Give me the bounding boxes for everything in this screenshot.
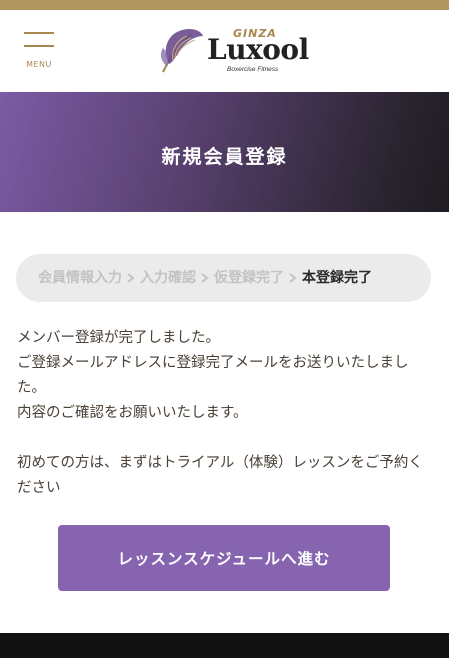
butterfly-logo-icon bbox=[160, 29, 203, 73]
site-header: MENU GINZA Luxool Boxercise Fitness bbox=[0, 10, 449, 92]
step-confirm: 入力確認 bbox=[140, 270, 196, 286]
chevron-right-icon bbox=[287, 268, 299, 288]
lesson-schedule-button[interactable]: レッスンスケジュールへ進む bbox=[58, 525, 390, 591]
step-registration-complete: 本登録完了 bbox=[302, 270, 372, 286]
completion-message: メンバー登録が完了しました。 ご登録メールアドレスに登録完了メールをお送りいたし… bbox=[17, 326, 432, 501]
site-logo[interactable]: GINZA Luxool Boxercise Fitness bbox=[155, 24, 309, 76]
chevron-right-icon bbox=[199, 268, 211, 288]
registration-progress-steps: 会員情報入力 入力確認 仮登録完了 本登録完了 bbox=[16, 254, 431, 302]
menu-label: MENU bbox=[26, 60, 52, 69]
hamburger-menu-icon-line bbox=[24, 45, 54, 47]
footer-bar bbox=[0, 633, 449, 658]
step-provisional: 仮登録完了 bbox=[214, 270, 284, 286]
step-member-info: 会員情報入力 bbox=[38, 270, 122, 286]
page-title: 新規会員登録 bbox=[161, 146, 288, 168]
message-line: 内容のご確認をお願いいたします。 bbox=[17, 405, 248, 421]
chevron-right-icon bbox=[125, 268, 137, 288]
message-line: メンバー登録が完了しました。 bbox=[17, 330, 220, 346]
logo-brand-text: Luxool bbox=[207, 33, 309, 66]
page-hero-banner: 新規会員登録 bbox=[0, 92, 449, 212]
menu-button[interactable]: MENU bbox=[20, 32, 58, 74]
message-line: 初めての方は、まずはトライアル（体験）レッスンをご予約ください bbox=[17, 455, 423, 496]
logo-tagline: Boxercise Fitness bbox=[227, 66, 279, 73]
hamburger-menu-icon bbox=[24, 32, 54, 34]
top-accent-stripe bbox=[0, 0, 449, 10]
message-line: ご登録メールアドレスに登録完了メールをお送りいたしました。 bbox=[17, 355, 409, 396]
